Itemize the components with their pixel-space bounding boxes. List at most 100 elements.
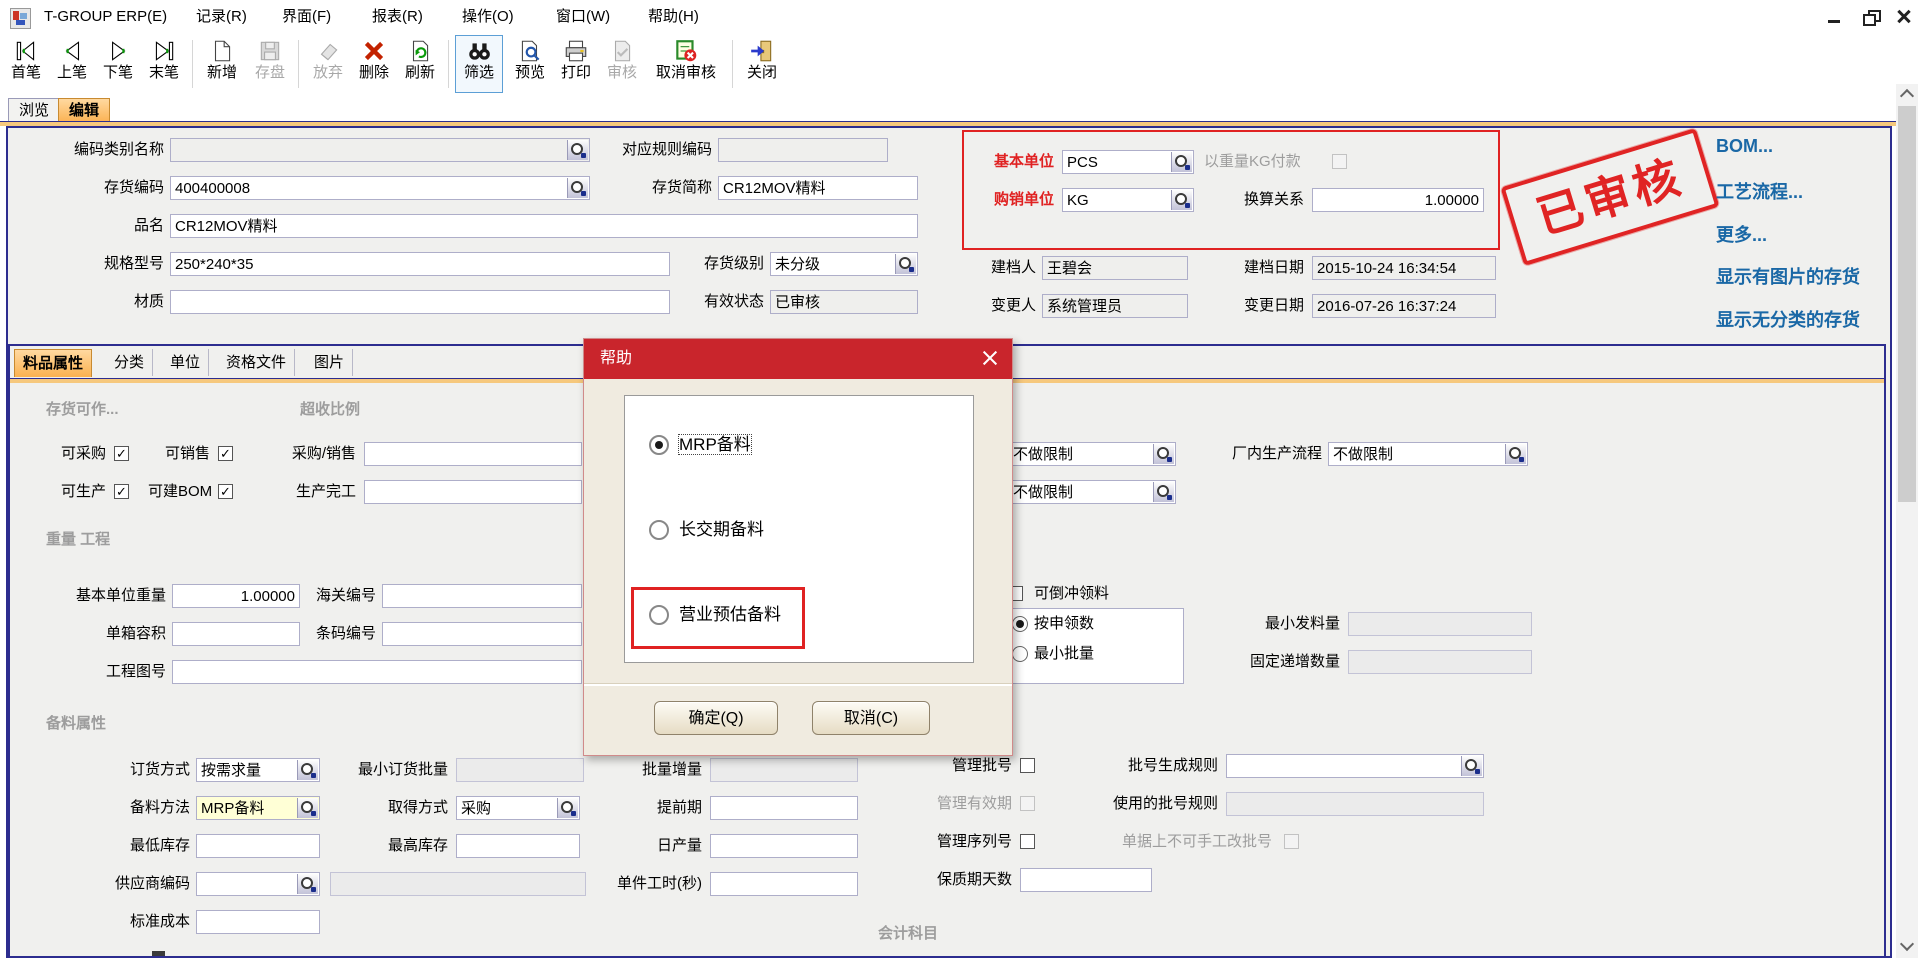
production-done-input[interactable] [364,480,582,504]
tab-units[interactable]: 单位 [162,349,209,376]
lookup-icon[interactable] [297,760,318,780]
purchasable-checkbox[interactable] [114,446,129,461]
first-record-button[interactable]: 首笔 [4,36,48,92]
tab-browse[interactable]: 浏览 [8,98,60,123]
item-code-input[interactable]: 400400008 [170,176,590,200]
ok-button[interactable]: 确定(Q) [654,701,778,735]
acquire-method-input[interactable]: 采购 [456,796,580,820]
unit-seconds-input[interactable] [710,872,858,896]
shelf-life-input[interactable] [1020,868,1152,892]
tab-qualification-files[interactable]: 资格文件 [218,349,295,376]
lookup-icon[interactable] [1505,444,1526,464]
long-leadtime-radio-label[interactable]: 长交期备料 [679,520,764,539]
item-alias-input[interactable]: CR12MOV精料 [718,176,918,200]
link-show-unclassified[interactable]: 显示无分类的存货 [1716,306,1860,332]
purchase-sales-input[interactable] [364,442,582,466]
lookup-icon[interactable] [297,874,318,894]
print-button[interactable]: 打印 [554,36,598,92]
item-level-input[interactable]: 未分级 [770,252,918,276]
factory-flow-label: 厂内生产流程 [1212,442,1322,466]
filter-button[interactable]: 筛选 [456,36,502,92]
lookup-icon[interactable] [567,178,588,198]
last-record-button[interactable]: 末笔 [142,36,186,92]
mrp-radio[interactable] [649,435,669,455]
scroll-up-arrow-icon[interactable] [1896,84,1918,104]
delete-button[interactable]: 删除 [352,36,396,92]
dialog-close-icon[interactable] [980,349,1000,369]
menu-operate[interactable]: 操作(O) [462,7,514,27]
next-record-button[interactable]: 下笔 [96,36,140,92]
long-leadtime-radio[interactable] [649,520,669,540]
supplier-name-value [330,872,586,896]
lookup-icon[interactable] [567,140,588,160]
menu-window[interactable]: 窗口(W) [556,7,610,27]
link-show-with-images[interactable]: 显示有图片的存货 [1716,263,1860,289]
mrp-radio-label[interactable]: MRP备料 [679,435,751,454]
restriction1-input[interactable]: 不做限制 [1008,442,1176,466]
menu-record[interactable]: 记录(R) [196,7,247,27]
producible-checkbox[interactable] [114,484,129,499]
barcode-input[interactable] [382,622,582,646]
menu-report[interactable]: 报表(R) [372,7,423,27]
menu-interface[interactable]: 界面(F) [282,7,331,27]
lot-rule-input[interactable] [1226,754,1484,778]
manage-lot-checkbox[interactable] [1020,758,1035,773]
issue-by-request-radio[interactable] [1012,616,1028,632]
lookup-icon[interactable] [1461,756,1482,776]
lookup-icon[interactable] [297,798,318,818]
drawing-no-input[interactable] [172,660,582,684]
max-stock-input[interactable] [456,834,580,858]
lookup-icon[interactable] [895,254,916,274]
conversion-input[interactable]: 1.00000 [1312,188,1484,212]
spec-input[interactable]: 250*240*35 [170,252,670,276]
tab-item-attributes[interactable]: 料品属性 [14,349,92,377]
coding-category-input[interactable] [170,138,590,162]
trade-unit-input[interactable]: KG [1062,188,1194,212]
restore-button-icon[interactable] [1860,8,1882,26]
product-name-input[interactable]: CR12MOV精料 [170,214,918,238]
scrollbar-thumb[interactable] [1898,106,1916,502]
std-cost-input[interactable] [196,910,320,934]
customs-code-input[interactable] [382,584,582,608]
menu-tgroup-erp[interactable]: T-GROUP ERP(E) [44,7,167,27]
tab-classification[interactable]: 分类 [106,349,153,376]
material-input[interactable] [170,290,670,314]
preview-button[interactable]: 预览 [508,36,552,92]
lookup-icon[interactable] [557,798,578,818]
daily-output-input[interactable] [710,834,858,858]
box-volume-input[interactable] [172,622,300,646]
refresh-button[interactable]: 刷新 [398,36,442,92]
sales-forecast-radio[interactable] [649,605,669,625]
menu-help[interactable]: 帮助(H) [648,7,699,27]
tab-edit[interactable]: 编辑 [58,98,110,123]
prep-method-input[interactable]: MRP备料 [196,796,320,820]
min-stock-input[interactable] [196,834,320,858]
lookup-icon[interactable] [1171,152,1192,172]
link-bom[interactable]: BOM... [1716,136,1773,157]
issue-min-batch-radio[interactable] [1012,646,1028,662]
can-bom-checkbox[interactable] [218,484,233,499]
close-button-icon[interactable] [1894,8,1916,26]
link-process-flow[interactable]: 工艺流程... [1716,178,1803,204]
lookup-icon[interactable] [1153,444,1174,464]
unit-weight-input[interactable]: 1.00000 [172,584,300,608]
prev-record-button[interactable]: 上笔 [50,36,94,92]
scroll-down-arrow-icon[interactable] [1896,936,1918,956]
lookup-icon[interactable] [1153,482,1174,502]
restriction2-input[interactable]: 不做限制 [1008,480,1176,504]
lead-time-input[interactable] [710,796,858,820]
base-unit-input[interactable]: PCS [1062,150,1194,174]
lookup-icon[interactable] [1171,190,1192,210]
cancel-audit-button[interactable]: 取消审核 [648,36,724,92]
tab-pictures[interactable]: 图片 [306,349,353,376]
link-more[interactable]: 更多... [1716,221,1767,247]
new-button[interactable]: 新增 [200,36,244,92]
supplier-code-input[interactable] [196,872,320,896]
manage-serial-checkbox[interactable] [1020,834,1035,849]
sellable-checkbox[interactable] [218,446,233,461]
cancel-dialog-button[interactable]: 取消(C) [812,701,930,735]
factory-flow-input[interactable]: 不做限制 [1328,442,1528,466]
close-form-button[interactable]: 关闭 [740,36,784,92]
minimize-button-icon[interactable] [1824,8,1846,26]
order-method-input[interactable]: 按需求量 [196,758,320,782]
